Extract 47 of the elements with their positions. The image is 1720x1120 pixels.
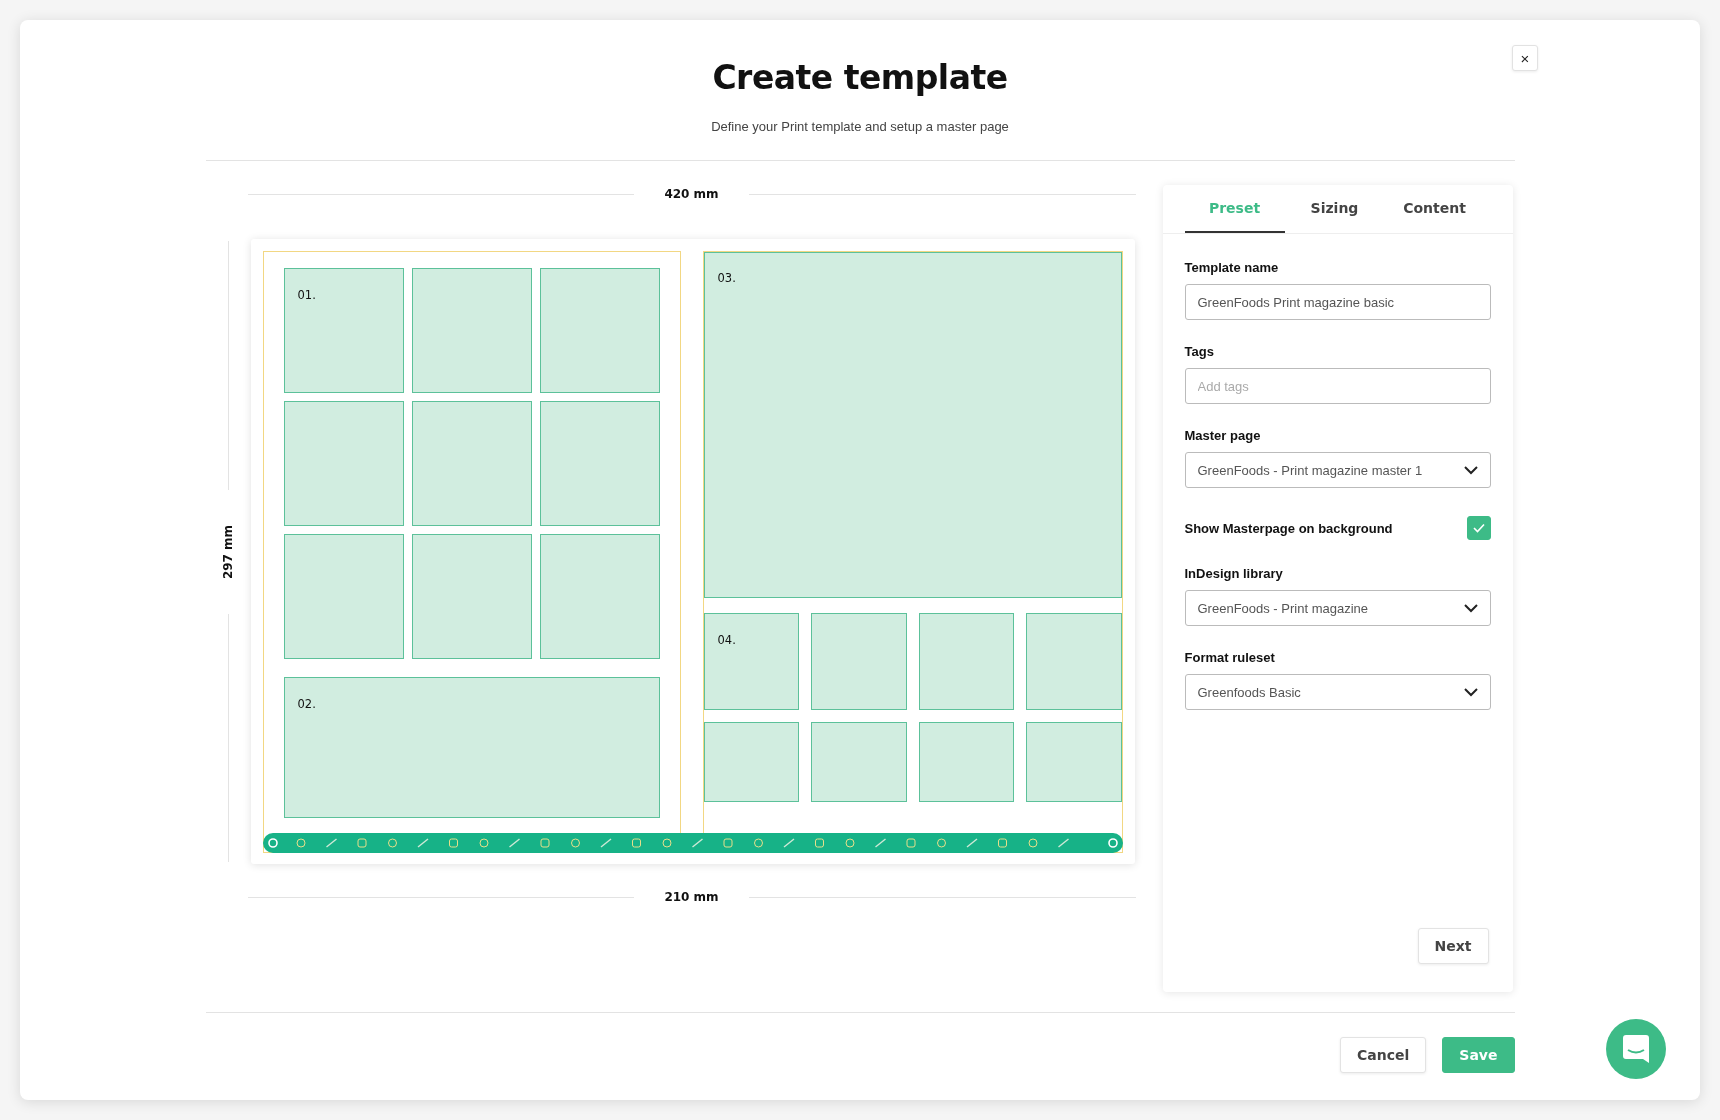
layout-frame[interactable] bbox=[539, 534, 660, 659]
layout-frame[interactable] bbox=[283, 401, 404, 526]
height-label: 297 mm bbox=[221, 524, 235, 579]
chat-button[interactable] bbox=[1606, 1019, 1666, 1079]
next-button[interactable]: Next bbox=[1417, 928, 1489, 964]
width-label: 420 mm bbox=[664, 187, 719, 201]
layout-frame[interactable] bbox=[918, 722, 1014, 802]
layout-frame[interactable] bbox=[918, 613, 1014, 710]
field-label: Format ruleset bbox=[1184, 650, 1276, 665]
tab[interactable]: Sizing bbox=[1284, 185, 1385, 233]
layout-frame[interactable] bbox=[283, 534, 404, 659]
chevron-down-icon bbox=[1463, 603, 1478, 613]
layout-frame[interactable]: 04. bbox=[703, 613, 799, 710]
dialog-title: Create template bbox=[712, 58, 1008, 97]
dropdown[interactable]: GreenFoods - Print magazine bbox=[1184, 590, 1491, 626]
field-label: InDesign library bbox=[1184, 566, 1284, 581]
field-label: Master page bbox=[1184, 428, 1262, 443]
dropdown[interactable]: Greenfoods Basic bbox=[1184, 674, 1491, 710]
chat-icon bbox=[1622, 1034, 1650, 1064]
close-button[interactable]: × bbox=[1512, 45, 1538, 71]
checkbox-label: Show Masterpage on background bbox=[1184, 520, 1393, 536]
layout-frame[interactable]: 03. bbox=[703, 252, 1122, 598]
tab[interactable]: Content bbox=[1384, 185, 1485, 233]
layout-frame[interactable] bbox=[811, 613, 907, 710]
layout-frame[interactable] bbox=[811, 722, 907, 802]
chevron-down-icon bbox=[1463, 465, 1478, 475]
checkbox[interactable] bbox=[1466, 516, 1491, 540]
text-field[interactable]: GreenFoods Print magazine basic bbox=[1184, 284, 1491, 320]
layout-frame[interactable] bbox=[703, 722, 799, 802]
text-field[interactable]: Add tags bbox=[1184, 368, 1491, 404]
layout-frame[interactable] bbox=[1026, 722, 1122, 802]
chevron-down-icon bbox=[1463, 687, 1478, 697]
layout-frame[interactable] bbox=[411, 268, 532, 393]
layout-frame[interactable]: 01. bbox=[283, 268, 404, 393]
layout-frame[interactable] bbox=[1026, 613, 1122, 710]
page-width-label: 210 mm bbox=[664, 890, 719, 904]
layout-frame[interactable] bbox=[411, 401, 532, 526]
layout-frame[interactable] bbox=[539, 401, 660, 526]
field-label: Template name bbox=[1184, 260, 1280, 275]
dialog-subtitle: Define your Print template and setup a master page bbox=[711, 119, 1009, 134]
layout-frame[interactable] bbox=[411, 534, 532, 659]
layout-frame[interactable]: 02. bbox=[283, 677, 660, 818]
layout-frame[interactable] bbox=[539, 268, 660, 393]
field-label: Tags bbox=[1184, 344, 1215, 359]
dropdown[interactable]: GreenFoods - Print magazine master 1 bbox=[1184, 452, 1491, 488]
cancel-button[interactable]: Cancel bbox=[1340, 1037, 1427, 1073]
checkmark-icon bbox=[1472, 523, 1485, 533]
